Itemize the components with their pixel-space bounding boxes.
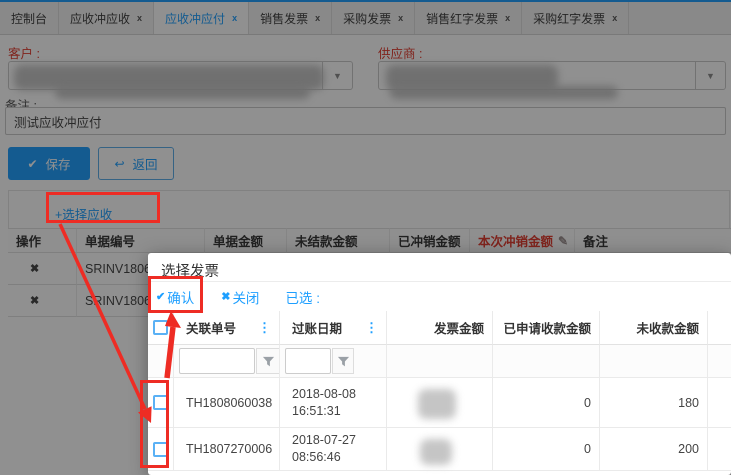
col-header-invoice-amount: 发票金额 <box>387 311 493 345</box>
invoice-table-header: 关联单号 ⋮ 过账日期 ⋮ 发票金额 已申请收款金额 未收款金额 <box>148 311 731 345</box>
select-invoice-dialog: 选择发票 ✔ 确认 ✖ 关闭 已选 : 关联单号 ⋮ <box>148 253 731 475</box>
confirm-button[interactable]: ✔ 确认 <box>156 287 194 307</box>
applied-amount-cell: 0 <box>493 378 600 428</box>
doc-no-filter-input[interactable] <box>179 348 255 374</box>
app-window: 控制台 应收冲应收 x 应收冲应付 x 销售发票 x 采购发票 x 销售红字发票… <box>0 0 731 475</box>
col-header-posting-date: 过账日期 ⋮ <box>280 311 387 345</box>
invoice-amount-redaction <box>418 389 456 419</box>
date-filter-input[interactable] <box>285 348 331 374</box>
posting-date-cell: 2018-08-08 16:51:31 <box>280 378 387 428</box>
col-header-unreceived-amount: 未收款金额 <box>600 311 708 345</box>
filter-button[interactable] <box>256 348 280 374</box>
filter-row <box>148 345 731 378</box>
posting-date-cell: 2018-07-27 08:56:46 <box>280 428 387 471</box>
row-checkbox[interactable] <box>153 442 168 457</box>
close-icon: ✖ <box>221 290 230 303</box>
filter-button[interactable] <box>332 348 354 374</box>
filter-funnel-icon <box>337 355 350 368</box>
related-doc-no-cell: TH1807270006 <box>174 428 280 471</box>
select-all-checkbox[interactable] <box>153 320 168 335</box>
unreceived-amount-cell: 200 <box>600 428 708 471</box>
invoice-amount-redaction <box>420 439 452 465</box>
col-header-applied-receipt-amount: 已申请收款金额 <box>493 311 600 345</box>
filter-funnel-icon <box>262 355 275 368</box>
dialog-title: 选择发票 <box>161 260 219 281</box>
column-menu-icon[interactable]: ⋮ <box>258 320 271 336</box>
column-menu-icon[interactable]: ⋮ <box>365 320 378 336</box>
selected-label: 已选 : <box>285 287 320 307</box>
dialog-toolbar: ✔ 确认 ✖ 关闭 已选 : <box>148 281 731 311</box>
related-doc-no-cell: TH1808060038 <box>174 378 280 428</box>
col-header-related-doc-no: 关联单号 ⋮ <box>174 311 280 345</box>
unreceived-amount-cell: 180 <box>600 378 708 428</box>
applied-amount-cell: 0 <box>493 428 600 471</box>
close-button[interactable]: ✖ 关闭 <box>221 287 259 307</box>
row-checkbox[interactable] <box>153 395 168 410</box>
check-icon: ✔ <box>156 290 165 303</box>
